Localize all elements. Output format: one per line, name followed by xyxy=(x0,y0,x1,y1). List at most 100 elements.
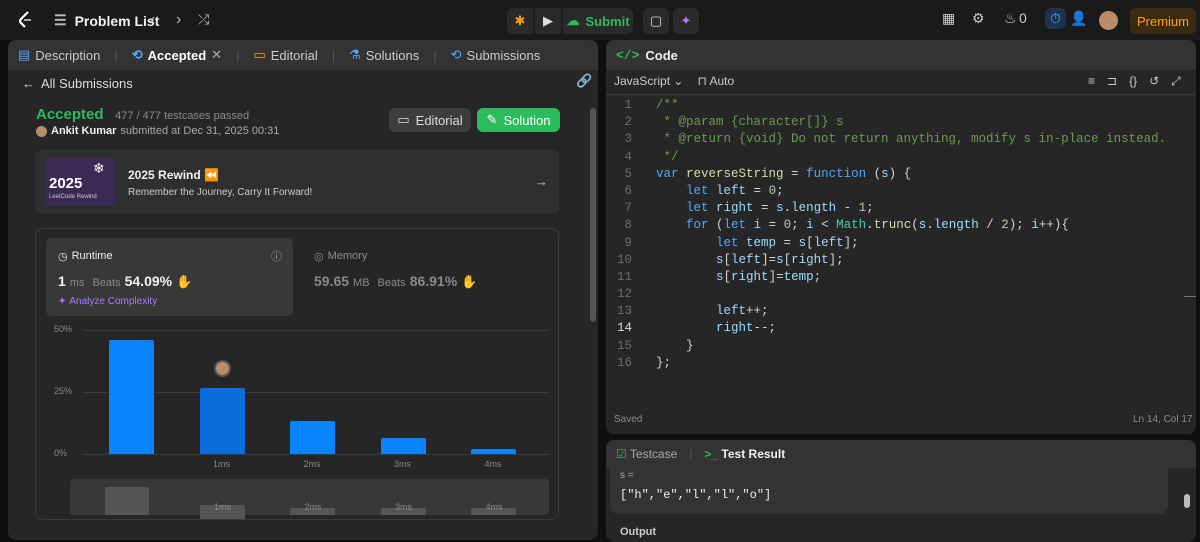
auto-mode[interactable]: ⊓ Auto xyxy=(697,74,734,88)
code-token: ); xyxy=(1008,218,1032,233)
code-token: */ xyxy=(656,149,679,164)
runtime-bar[interactable] xyxy=(380,437,426,454)
y-tick-label: 25% xyxy=(54,386,73,396)
x-tick-label: 4ms xyxy=(484,459,502,469)
code-token: . xyxy=(926,218,934,233)
runtime-bar[interactable] xyxy=(109,339,154,454)
result-panel: ☑ Testcase | >_ Test Result s = ["h","e"… xyxy=(606,440,1196,542)
line-number: 1 xyxy=(624,98,632,112)
runtime-bar[interactable] xyxy=(199,388,245,454)
code-token: s xyxy=(798,235,807,250)
debug-button[interactable]: ✱ xyxy=(507,8,533,34)
code-token: temp xyxy=(783,269,814,284)
scrollbar[interactable] xyxy=(1184,494,1190,508)
code-line: 16}; xyxy=(606,356,1196,373)
code-token: [ xyxy=(806,235,814,250)
code-token: [ xyxy=(723,269,732,284)
range-bar xyxy=(105,487,149,515)
saved-status: Saved xyxy=(614,414,643,425)
code-token: ]; xyxy=(828,252,844,267)
code-editor[interactable]: 1/** 2 * @param {character[]} s3 * @retur… xyxy=(606,98,1196,373)
code-token: let xyxy=(723,218,754,233)
line-number: 9 xyxy=(624,235,632,250)
leetcode-logo-icon[interactable] xyxy=(16,10,36,30)
tab-test-result[interactable]: >_ Test Result xyxy=(704,447,785,461)
code-token: 2 xyxy=(1001,218,1009,233)
code-token: * @return {void} Do not return anything,… xyxy=(656,132,1167,147)
code-token: right xyxy=(716,321,754,336)
code-token: - xyxy=(836,201,859,216)
code-token: right xyxy=(791,252,829,267)
bug-icon: ✱ xyxy=(514,13,526,28)
submit-button[interactable]: ☁ Submit xyxy=(563,8,633,34)
code-line: 13 left ++; xyxy=(606,304,1196,321)
output-label: Output xyxy=(620,526,657,538)
code-line: 14 right --; xyxy=(606,321,1196,338)
code-token: 0 xyxy=(768,183,777,198)
code-token: 0 xyxy=(783,218,792,233)
code-token: left xyxy=(716,183,747,198)
code-token: [ xyxy=(783,252,792,267)
code-token: * @param {character[]} s xyxy=(656,115,844,130)
checkbox-icon: ☑ xyxy=(616,447,627,461)
code-token: temp xyxy=(746,235,777,250)
tab-testcase[interactable]: ☑ Testcase xyxy=(616,447,677,461)
streak-fire-icon[interactable]: ♨ xyxy=(1004,10,1017,27)
chevron-down-icon: ⌄ xyxy=(673,74,684,88)
language-select[interactable]: JavaScript ⌄ xyxy=(614,74,683,88)
code-token: ; xyxy=(776,183,784,198)
code-token: = xyxy=(776,235,799,250)
format-icon[interactable]: ≡ xyxy=(1088,74,1095,89)
layout-icon[interactable]: ▦ xyxy=(942,10,955,27)
next-problem-icon[interactable]: › xyxy=(176,11,181,29)
runtime-bar[interactable] xyxy=(471,448,516,454)
code-token: }; xyxy=(656,355,672,370)
code-token: / xyxy=(978,218,1002,233)
code-token: var xyxy=(656,166,687,181)
line-number: 8 xyxy=(624,218,632,233)
code-token: s xyxy=(776,201,784,216)
list-icon: ☰ xyxy=(54,12,67,28)
run-button[interactable]: ▶ xyxy=(535,8,561,34)
reset-icon[interactable]: ↺ xyxy=(1149,74,1159,89)
code-icon: </> xyxy=(616,47,640,63)
input-value: ["h","e","l","l","o"] xyxy=(620,488,772,502)
code-token: left xyxy=(716,304,747,319)
fullscreen-icon[interactable]: ⤢ xyxy=(1171,74,1181,89)
code-token: = xyxy=(746,183,769,198)
add-user-icon[interactable]: 👤 xyxy=(1070,10,1087,27)
line-number: 5 xyxy=(624,166,632,181)
timer-icon[interactable]: ⏱ xyxy=(1045,8,1066,29)
avatar[interactable] xyxy=(1099,11,1118,30)
code-token: ( xyxy=(708,218,724,233)
code-token: ]= xyxy=(761,252,777,267)
code-token: ++){ xyxy=(1038,218,1069,233)
tab-divider: | xyxy=(689,447,693,461)
problem-list-link[interactable]: ☰ Problem List xyxy=(54,12,159,29)
code-token: i xyxy=(753,218,762,233)
code-token: = xyxy=(753,201,777,216)
shuffle-icon[interactable]: ⤮ xyxy=(198,11,209,28)
prev-problem-icon[interactable]: ‹ xyxy=(150,11,155,29)
code-token: i xyxy=(1031,218,1039,233)
ai-button[interactable]: ✦ xyxy=(673,8,699,34)
runtime-bar[interactable] xyxy=(290,420,335,454)
code-token: --; xyxy=(753,321,777,336)
braces-icon[interactable]: {} xyxy=(1129,74,1137,89)
y-tick-label: 50% xyxy=(54,324,73,334)
premium-button[interactable]: Premium xyxy=(1130,8,1196,34)
line-number: 11 xyxy=(616,269,632,284)
divider xyxy=(606,94,1196,95)
code-token: = xyxy=(761,218,784,233)
code-token: 1 xyxy=(858,201,867,216)
code-line: 3 * @return {void} Do not return anythin… xyxy=(606,132,1196,149)
bookmark-icon[interactable]: ⊐ xyxy=(1107,74,1117,89)
code-token: ; xyxy=(866,201,874,216)
note-icon: ▢ xyxy=(649,13,663,28)
gear-icon[interactable]: ⚙ xyxy=(972,10,985,27)
notes-button[interactable]: ▢ xyxy=(643,8,669,34)
